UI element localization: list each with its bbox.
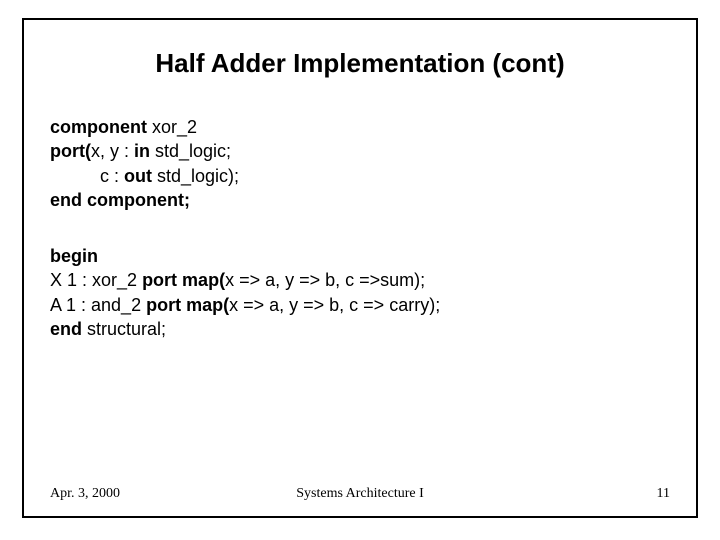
slide-frame: Half Adder Implementation (cont) compone… <box>22 18 698 518</box>
kw-port-map: port map( <box>146 295 229 315</box>
code-text: X 1 : xor_2 <box>50 270 142 290</box>
slide-footer: Apr. 3, 2000 Systems Architecture I 11 <box>50 486 670 502</box>
code-text: A 1 : and_2 <box>50 295 146 315</box>
code-line: X 1 : xor_2 port map(x => a, y => b, c =… <box>50 268 670 292</box>
code-line: A 1 : and_2 port map(x => a, y => b, c =… <box>50 293 670 317</box>
code-text: x => a, y => b, c =>sum); <box>225 270 425 290</box>
code-line: component xor_2 <box>50 115 670 139</box>
code-text: structural; <box>82 319 166 339</box>
code-text: std_logic; <box>150 141 231 161</box>
footer-course: Systems Architecture I <box>50 486 670 502</box>
code-text: std_logic); <box>152 166 239 186</box>
kw-port-map: port map( <box>142 270 225 290</box>
code-text: xor_2 <box>147 117 197 137</box>
kw-end: end <box>50 319 82 339</box>
code-line: end structural; <box>50 317 670 341</box>
code-block-1: component xor_2 port(x, y : in std_logic… <box>50 115 670 212</box>
kw-in: in <box>134 141 150 161</box>
slide-title: Half Adder Implementation (cont) <box>24 48 696 79</box>
code-text: x, y : <box>91 141 134 161</box>
code-text: x => a, y => b, c => carry); <box>229 295 440 315</box>
code-line: begin <box>50 244 670 268</box>
code-line: port(x, y : in std_logic; <box>50 139 670 163</box>
kw-component: component <box>50 117 147 137</box>
kw-port: port( <box>50 141 91 161</box>
kw-begin: begin <box>50 246 98 266</box>
slide-content: component xor_2 port(x, y : in std_logic… <box>24 115 696 341</box>
code-line: c : out std_logic); <box>50 164 670 188</box>
code-line: end component; <box>50 188 670 212</box>
kw-end-component: end component; <box>50 190 190 210</box>
kw-out: out <box>124 166 152 186</box>
code-text: c : <box>100 166 124 186</box>
code-block-2: begin X 1 : xor_2 port map(x => a, y => … <box>50 244 670 341</box>
